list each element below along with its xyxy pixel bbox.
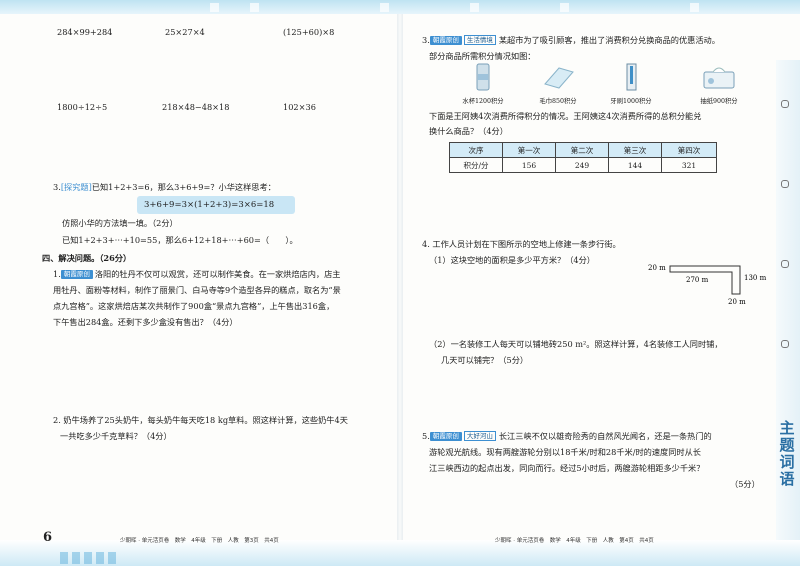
problem-5-score: （5分） xyxy=(730,479,760,489)
cup-icon xyxy=(476,63,490,91)
problem-3-line-3: 下面是王阿姨4次消费所得积分的情况。王阿姨这4次消费所得的总积分能兑 xyxy=(429,111,702,121)
problem-5-line-2: 游轮观光航线。现有两艘游轮分别以18千米/时和28千米/时的速度同时从长 xyxy=(429,447,701,457)
problem-1-line-3: 点九宫格”。这家烘焙店某次共制作了900盒“景点九宫格”，上午售出316盒， xyxy=(53,301,335,311)
calc-2: 25×27×4 xyxy=(165,27,205,37)
side-calligraphy: 主题词语 xyxy=(779,419,795,488)
problem-3-line-4: 换什么商品？（4分） xyxy=(429,126,508,136)
problem-4-line-3: （2）一名装修工人每天可以铺地砖250 m²。照这样计算，4名装修工人同时铺， xyxy=(429,339,723,349)
table-header-row: 次序 第一次 第二次 第三次 第四次 xyxy=(449,142,717,158)
product-towel: 毛巾850积分 xyxy=(528,62,588,105)
footer-left: 少朝晖 · 单元活页卷 数学 4年级 下册 人教 第3页 共4页 xyxy=(120,538,279,544)
example-formula: 3+6+9=3×(1+2+3)=3×6=18 xyxy=(144,200,275,210)
problem-1-line-2: 用牡丹、面粉等材料，制作了丽景门、白马寺等9个造型各异的糕点，取名为“景 xyxy=(53,285,341,295)
product-cup: 水杯1200积分 xyxy=(453,62,513,105)
table-cell: 156 xyxy=(502,157,556,173)
inquiry-tag: [探究题] xyxy=(60,182,92,192)
problem-3-line-1: 3. 朝霞原创 生活情境 某超市为了吸引顾客，推出了消费积分兑换商品的优惠活动。 xyxy=(422,35,720,45)
calc-4: 1800÷12÷5 xyxy=(57,102,108,112)
fig-label: 270 m xyxy=(686,276,709,284)
q3-instruction: 仿照小华的方法填一填。（2分） xyxy=(62,218,178,228)
problem-2-line-2: 一共吃多少千克草料？（4分） xyxy=(60,431,172,441)
toothbrush-icon xyxy=(626,63,637,91)
problem-1-line-1: 1. 朝霞原创 洛阳的牡丹不仅可以观赏，还可以制作美食。在一家烘焙店内，店主 xyxy=(53,269,341,279)
original-tag: 朝霞原创 xyxy=(429,432,462,441)
problem-2-line-1: 2. 奶牛场养了25头奶牛，每头奶牛每天吃18 kg草料。照这样计算，这些奶牛4… xyxy=(53,415,348,425)
problem-3-line-2: 部分商品所需积分情况如图： xyxy=(429,51,536,61)
problem-5-line-1: 5. 朝霞原创 大好河山 长江三峡不仅以雄奇险秀的自然风光闻名，还是一条热门的 xyxy=(422,431,712,441)
calc-6: 102×36 xyxy=(283,102,316,112)
table-row: 积分/分 156 249 144 321 xyxy=(449,157,717,173)
fig-label: 130 m xyxy=(744,274,767,282)
q3-fill-blank: 已知1+2+3+⋯+10=55，那么6+12+18+⋯+60=（ ）。 xyxy=(62,235,298,245)
table-cell: 249 xyxy=(555,157,609,173)
original-tag: 朝霞原创 xyxy=(429,36,462,45)
life-scene-tag: 生活情境 xyxy=(463,35,496,45)
top-decor-band xyxy=(0,0,800,14)
table-cell: 第一次 xyxy=(502,142,556,158)
footer-right: 少朝晖 · 单元活页卷 数学 4年级 下册 人教 第4页 共4页 xyxy=(495,538,654,544)
problem-4-line-4: 几天可以铺完？（5分） xyxy=(441,355,529,365)
problem-4-line-1: 4. 工作人员计划在下图所示的空地上修建一条步行街。 xyxy=(422,239,621,249)
tissue-icon xyxy=(703,67,735,89)
problem-1-line-4: 下午售出284盒。还剩下多少盒没有售出？（4分） xyxy=(53,317,238,327)
table-cell: 积分/分 xyxy=(449,157,503,173)
problem-5-line-3: 江三峡西边的起点出发，同向而行。经过5小时后，两艘游轮相距多少千米？ xyxy=(429,463,705,473)
fig-label: 20 m xyxy=(728,298,746,306)
product-tissue: 抽纸900积分 xyxy=(686,62,752,105)
table-cell: 第三次 xyxy=(608,142,662,158)
product-toothbrush: 牙刷1000积分 xyxy=(601,62,661,105)
towel-icon xyxy=(544,67,574,89)
table-cell: 144 xyxy=(608,157,662,173)
table-cell: 第四次 xyxy=(661,142,717,158)
section-heading: 四、解决问题。（26分） xyxy=(42,253,132,263)
points-table: 次序 第一次 第二次 第三次 第四次 积分/分 156 249 144 321 xyxy=(449,142,717,173)
table-cell: 第二次 xyxy=(555,142,609,158)
calc-5: 218×48−48×18 xyxy=(162,102,230,112)
original-tag: 朝霞原创 xyxy=(60,270,93,279)
table-cell: 次序 xyxy=(449,142,503,158)
page-number: 6 xyxy=(43,530,53,545)
question-3-text: 3.[探究题]已知1+2+3=6，那么3+6+9=？小华这样思考： xyxy=(53,182,276,192)
problem-4-line-2: （1）这块空地的面积是多少平方米？（4分） xyxy=(429,255,595,265)
table-cell: 321 xyxy=(661,157,717,173)
landscape-tag: 大好河山 xyxy=(463,431,496,441)
street-diagram: 20 m 270 m 130 m 20 m xyxy=(648,264,767,306)
calc-1: 284×99+284 xyxy=(57,27,113,37)
page-fold xyxy=(397,14,403,540)
fig-label: 20 m xyxy=(648,264,666,272)
calc-3: (125+60)×8 xyxy=(283,27,335,37)
